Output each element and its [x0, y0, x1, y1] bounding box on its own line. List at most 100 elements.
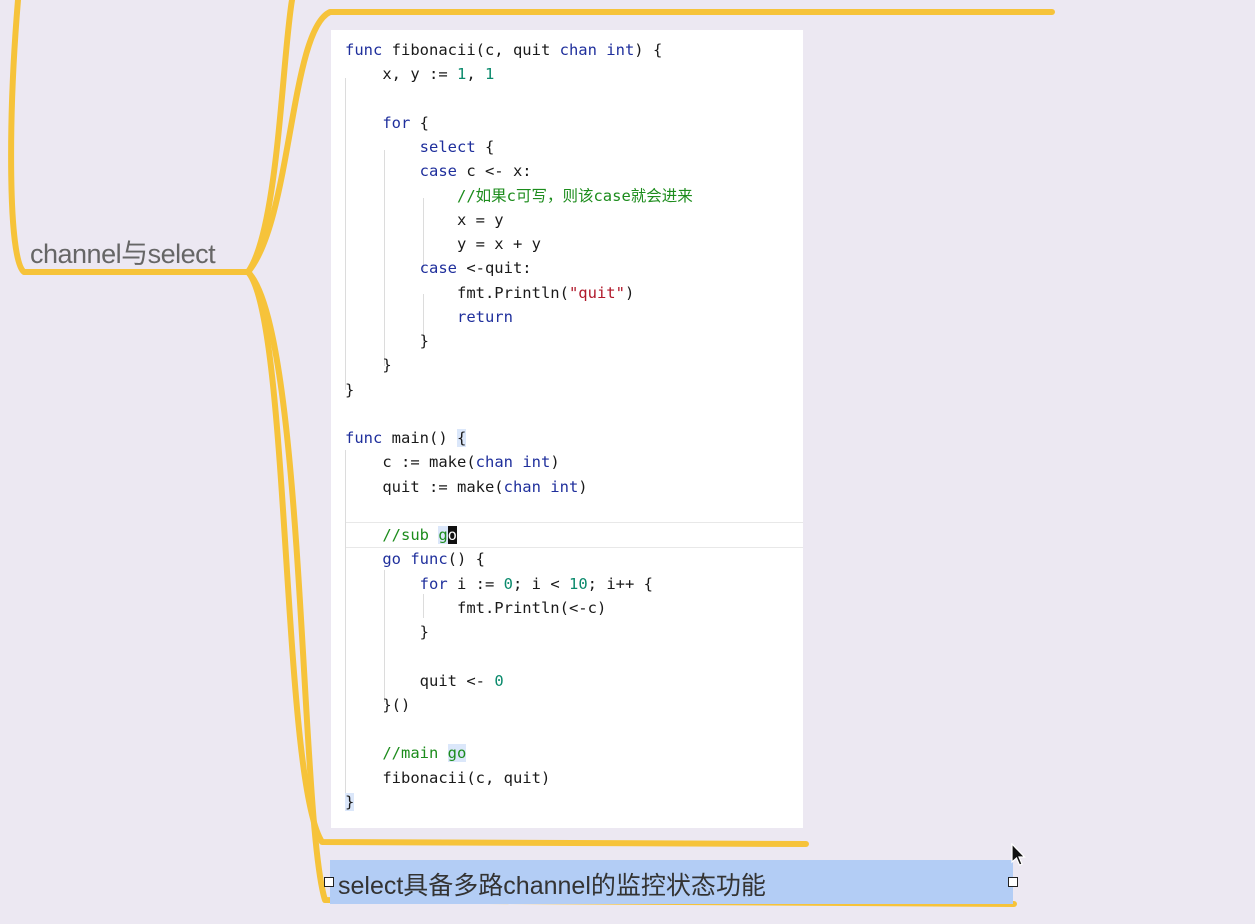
code-token: 1	[485, 65, 495, 84]
resize-handle-right[interactable]	[1008, 877, 1018, 887]
code-token: for	[419, 574, 448, 593]
code-line: case c <- x:	[345, 159, 532, 183]
code-token: //如果c可写，则该case就会进来	[456, 186, 693, 205]
code-line: }	[345, 790, 355, 814]
code-line: c := make(chan int)	[345, 450, 560, 474]
code-token: {	[410, 113, 429, 132]
code-token: 0	[494, 671, 504, 690]
code-token: return	[456, 307, 513, 326]
code-token: o	[447, 526, 458, 544]
mindmap-root-node[interactable]: channel与select	[30, 232, 216, 271]
code-token: for	[382, 113, 411, 132]
code-token: chan int	[475, 453, 551, 472]
code-line: func main() {	[345, 426, 467, 450]
code-token: fmt.Println(	[345, 283, 569, 302]
code-token: {	[475, 138, 495, 156]
code-token: }	[345, 332, 429, 350]
code-token: {	[456, 429, 467, 447]
code-line: case <-quit:	[345, 256, 532, 280]
code-token: c := make(	[345, 453, 476, 472]
code-token: () {	[447, 550, 485, 569]
code-token: //sub	[382, 526, 439, 544]
code-token: }	[345, 356, 392, 375]
code-token: chan int	[503, 477, 579, 496]
code-token: x, y :=	[345, 65, 457, 84]
code-token: //main	[382, 744, 448, 763]
code-line: y = x + y	[345, 232, 541, 256]
code-token: }	[345, 792, 355, 811]
code-token: i :=	[447, 574, 504, 593]
code-token: ) {	[634, 41, 663, 59]
code-line: quit := make(chan int)	[345, 475, 588, 499]
code-token: }	[345, 623, 429, 641]
code-line: }()	[345, 693, 410, 717]
code-token: main()	[382, 429, 457, 447]
code-token: }	[345, 380, 355, 399]
code-token: ; i++ {	[587, 574, 653, 593]
code-line: return	[345, 305, 513, 329]
mouse-pointer-icon	[1011, 843, 1026, 866]
code-line: x = y	[345, 208, 504, 232]
code-line: select {	[345, 135, 495, 159]
code-token: )	[624, 283, 635, 302]
code-token: go	[447, 744, 467, 763]
code-line: go func() {	[345, 547, 485, 571]
code-line: fibonacii(c, quit)	[345, 766, 550, 790]
code-token: func	[345, 429, 383, 447]
code-token: "quit"	[568, 283, 625, 302]
code-line: quit <- 0	[345, 669, 504, 693]
code-line: }	[345, 620, 429, 644]
code-token: }()	[345, 695, 411, 714]
code-token: 10	[569, 574, 588, 593]
code-token: fibonacii(c, quit	[382, 41, 560, 59]
resize-handle-left[interactable]	[324, 877, 334, 887]
code-line: for {	[345, 111, 429, 135]
code-token: fmt.Println(<-c)	[345, 598, 607, 617]
code-line: //sub go	[345, 523, 458, 547]
selected-node-label[interactable]: select具备多路channel的监控状态功能	[338, 866, 766, 902]
code-token: select	[419, 138, 476, 156]
code-image-panel: func fibonacii(c, quit chan int) { x, y …	[331, 30, 803, 828]
code-token: func	[410, 550, 448, 569]
code-token: )	[578, 477, 588, 496]
code-token: g	[438, 526, 448, 544]
code-line: fmt.Println("quit")	[345, 281, 634, 305]
code-line: }	[345, 329, 429, 353]
code-token: quit <-	[345, 671, 495, 690]
code-token: func	[345, 41, 383, 59]
code-token: quit := make(	[345, 477, 504, 496]
code-line: //如果c可写，则该case就会进来	[345, 184, 693, 208]
code-line: fmt.Println(<-c)	[345, 596, 606, 620]
code-token: 0	[503, 574, 513, 593]
code-line: //main go	[345, 741, 467, 765]
code-token: chan int	[559, 41, 635, 59]
mindmap-selected-node[interactable]: select具备多路channel的监控状态功能	[330, 860, 1013, 904]
code-token: case	[419, 259, 457, 278]
code-token: c <- x:	[456, 162, 532, 181]
code-token: x = y	[345, 210, 504, 229]
code-line: func fibonacii(c, quit chan int) {	[345, 38, 662, 62]
code-token: case	[419, 162, 457, 181]
code-line: }	[345, 353, 392, 377]
code-token: ,	[466, 65, 485, 84]
code-line: for i := 0; i < 10; i++ {	[345, 572, 653, 596]
code-token: ; i <	[513, 574, 569, 593]
code-token: y = x + y	[345, 235, 541, 253]
code-token: 1	[456, 65, 467, 84]
code-token: fibonacii(c, quit)	[345, 768, 551, 787]
code-token: <-quit:	[456, 259, 532, 278]
code-token: go	[382, 550, 401, 569]
code-token: )	[550, 453, 560, 472]
code-line: }	[345, 378, 354, 402]
